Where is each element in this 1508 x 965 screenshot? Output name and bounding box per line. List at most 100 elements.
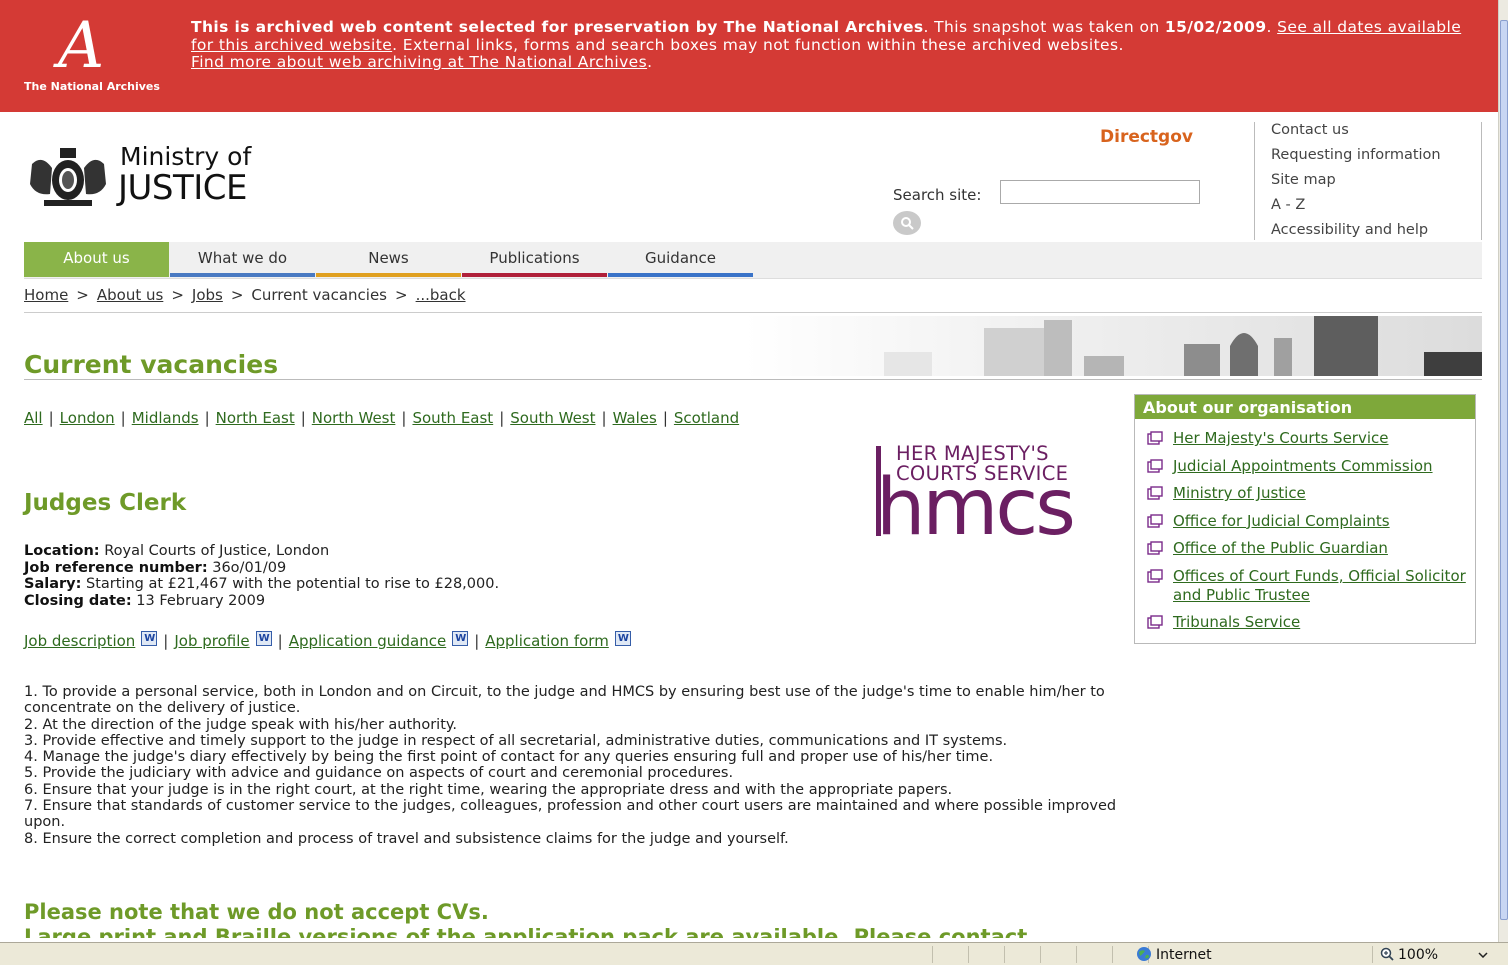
tab-about-us[interactable]: About us: [24, 242, 169, 273]
sidebar-item-court-funds[interactable]: Offices of Court Funds, Official Solicit…: [1145, 567, 1470, 605]
sidebar-item-jac[interactable]: Judicial Appointments Commission: [1145, 457, 1470, 476]
duty-item: 4. Manage the judge's diary effectively …: [24, 749, 994, 766]
vertical-scrollbar[interactable]: [1498, 0, 1508, 942]
duty-item: 8. Ensure the correct completion and pro…: [24, 830, 789, 847]
sidebar-item-tribunals[interactable]: Tribunals Service: [1145, 613, 1470, 632]
sidebar-item-ojc[interactable]: Office for Judicial Complaints: [1145, 512, 1470, 531]
chevron-down-icon[interactable]: [1478, 952, 1488, 958]
region-north-east[interactable]: North East: [216, 409, 295, 427]
duty-item: 7. Ensure that standards of customer ser…: [24, 798, 1117, 831]
job-ref: 36o/01/09: [212, 559, 287, 576]
zoom-level[interactable]: 100%: [1398, 947, 1438, 963]
search-input[interactable]: [1000, 180, 1200, 204]
sidebar-item-opg[interactable]: Office of the Public Guardian: [1145, 539, 1470, 558]
separator: |: [474, 632, 480, 650]
doc-application-form[interactable]: Application form: [485, 632, 609, 650]
job-ref-label: Job reference number:: [24, 559, 208, 576]
breadcrumb-about-us[interactable]: About us: [97, 286, 163, 304]
sidebar-item-label[interactable]: Her Majesty's Courts Service: [1173, 429, 1388, 447]
separator: |: [48, 409, 54, 427]
tab-underline: [170, 273, 315, 277]
breadcrumb-home[interactable]: Home: [24, 286, 68, 304]
region-south-east[interactable]: South East: [412, 409, 493, 427]
util-link-accessibility[interactable]: Accessibility and help: [1271, 222, 1428, 238]
search-label: Search site:: [893, 186, 982, 204]
region-wales[interactable]: Wales: [613, 409, 657, 427]
util-link-a-z[interactable]: A - Z: [1271, 197, 1305, 213]
status-divider: [1076, 946, 1077, 963]
region-filter: All | London | Midlands | North East | North Wes…: [24, 409, 739, 427]
word-doc-icon[interactable]: [452, 631, 469, 646]
status-divider: [1112, 946, 1113, 963]
sidebar-item-label[interactable]: Office for Judicial Complaints: [1173, 512, 1390, 530]
security-zone: Internet: [1156, 947, 1212, 963]
tab-guidance[interactable]: Guidance: [608, 242, 753, 273]
job-salary-label: Salary:: [24, 576, 82, 592]
breadcrumb-separator: >: [171, 286, 184, 304]
region-south-west[interactable]: South West: [510, 409, 595, 427]
sidebar-item-hmcs[interactable]: Her Majesty's Courts Service: [1145, 429, 1470, 448]
breadcrumb-current: Current vacancies: [251, 286, 388, 304]
ministry-of-justice-logo[interactable]: Ministry of JUSTICE: [26, 140, 286, 220]
archive-notice-end: .: [647, 53, 653, 71]
scrollbar-thumb[interactable]: [1500, 20, 1508, 920]
region-london[interactable]: London: [60, 409, 115, 427]
region-midlands[interactable]: Midlands: [132, 409, 199, 427]
status-divider: [1004, 946, 1005, 963]
sidebar-item-label[interactable]: Judicial Appointments Commission: [1173, 457, 1433, 475]
region-north-west[interactable]: North West: [312, 409, 396, 427]
web-archiving-link[interactable]: Find more about web archiving at The Nat…: [191, 53, 647, 71]
archive-notice-lead: This is archived web content selected fo…: [191, 18, 924, 36]
new-window-icon: [1147, 568, 1163, 583]
archive-notice-dot: .: [1266, 18, 1278, 36]
national-archives-logo[interactable]: A The National Archives: [18, 14, 178, 104]
breadcrumb-back[interactable]: ...back: [416, 286, 466, 304]
doc-job-description[interactable]: Job description: [24, 632, 135, 650]
tab-underline: [462, 273, 607, 277]
tab-news[interactable]: News: [316, 242, 461, 273]
doc-job-profile[interactable]: Job profile: [174, 632, 249, 650]
word-doc-icon[interactable]: [614, 631, 631, 646]
tab-underline: [608, 273, 753, 277]
separator: |: [662, 409, 668, 427]
tab-publications[interactable]: Publications: [462, 242, 607, 273]
sidebar-item-label[interactable]: Offices of Court Funds, Official Solicit…: [1173, 567, 1466, 604]
sidebar-heading: About our organisation: [1135, 395, 1475, 419]
util-link-requesting-information[interactable]: Requesting information: [1271, 147, 1441, 163]
national-archives-caption: The National Archives: [24, 80, 160, 93]
sidebar-item-label[interactable]: Ministry of Justice: [1173, 484, 1306, 502]
job-closing-row: Closing date: 13 February 2009: [24, 593, 499, 610]
sidebar-item-moj[interactable]: Ministry of Justice: [1145, 484, 1470, 503]
browser-status-bar: Internet 100%: [0, 942, 1508, 965]
breadcrumb-separator: >: [395, 286, 408, 304]
word-doc-icon[interactable]: [141, 631, 158, 646]
word-doc-icon[interactable]: [255, 631, 272, 646]
cv-note: Please note that we do not accept CVs.: [24, 900, 489, 924]
separator: |: [120, 409, 126, 427]
sidebar-item-label[interactable]: Tribunals Service: [1173, 613, 1300, 631]
national-archives-a-icon: A: [58, 9, 105, 83]
region-all[interactable]: All: [24, 409, 43, 427]
logo-line-justice: JUSTICE: [118, 168, 248, 208]
region-scotland[interactable]: Scotland: [674, 409, 739, 427]
search-button[interactable]: [893, 211, 921, 235]
job-details: Location: Royal Courts of Justice, Londo…: [24, 543, 499, 609]
royal-crest-icon: [30, 148, 106, 206]
util-link-contact[interactable]: Contact us: [1271, 122, 1349, 138]
job-closing: 13 February 2009: [136, 592, 266, 609]
directgov-link[interactable]: Directgov: [1100, 127, 1193, 147]
tab-what-we-do[interactable]: What we do: [170, 242, 315, 273]
doc-application-guidance[interactable]: Application guidance: [289, 632, 446, 650]
new-window-icon: [1147, 431, 1163, 445]
separator: |: [163, 632, 169, 650]
zoom-icon: [1380, 947, 1394, 961]
organisation-sidebar: About our organisation Her Majesty's Cou…: [1134, 394, 1476, 644]
job-location-label: Location:: [24, 543, 100, 559]
tab-underline: [24, 273, 169, 277]
sidebar-links: Her Majesty's Courts Service Judicial Ap…: [1145, 429, 1470, 641]
sidebar-item-label[interactable]: Office of the Public Guardian: [1173, 539, 1388, 557]
breadcrumb-jobs[interactable]: Jobs: [192, 286, 223, 304]
util-link-site-map[interactable]: Site map: [1271, 172, 1336, 188]
separator: |: [601, 409, 607, 427]
new-window-icon: [1147, 486, 1163, 500]
